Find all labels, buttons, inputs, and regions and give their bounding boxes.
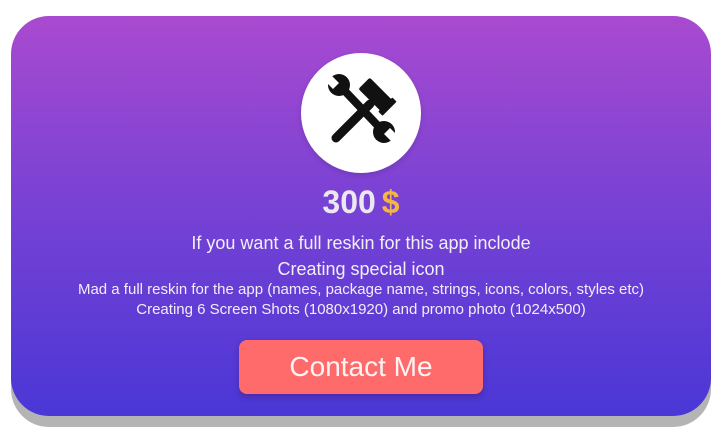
description-line: Creating special icon <box>277 259 445 279</box>
price-currency: $ <box>381 184 400 220</box>
price: 300 $ <box>11 182 711 222</box>
price-amount: 300 <box>322 184 376 220</box>
description-line: Creating 6 Screen Shots (1080x1920) and … <box>136 301 586 318</box>
pricing-card: 300 $ If you want a full reskin for this … <box>11 16 711 416</box>
tools-icon-badge <box>301 53 421 173</box>
description-line: Mad a full reskin for the app (names, pa… <box>77 281 645 298</box>
contact-me-button[interactable]: Contact Me <box>239 340 483 394</box>
description-line: If you want a full reskin for this app i… <box>191 233 531 253</box>
tools-icon <box>322 72 400 155</box>
